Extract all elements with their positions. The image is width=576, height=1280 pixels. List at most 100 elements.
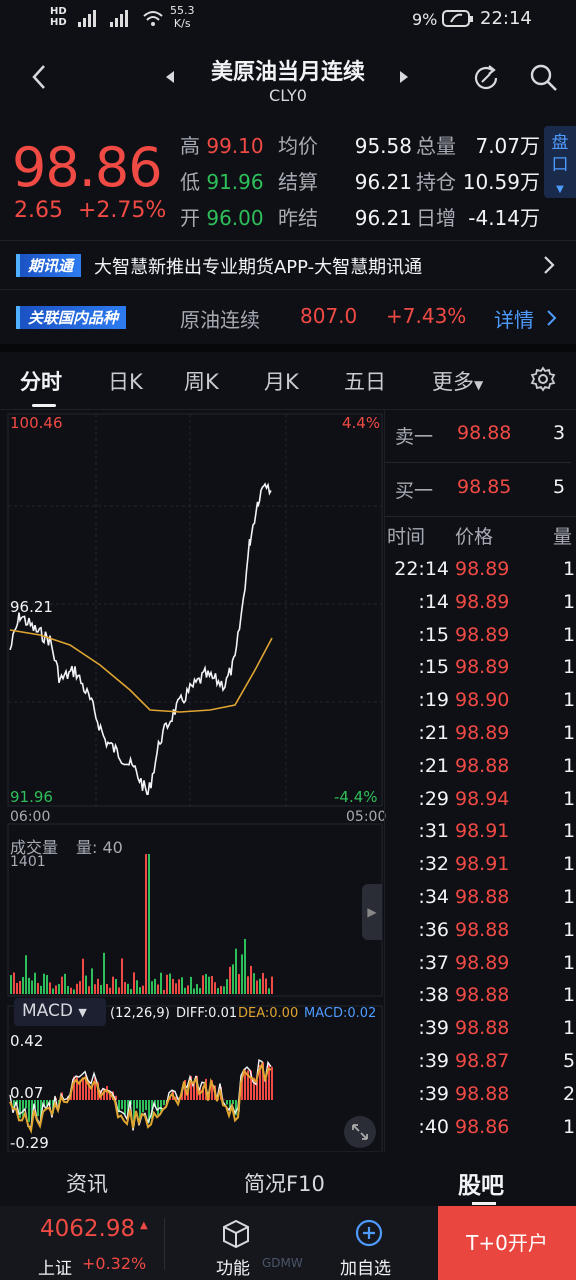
tick-qty: 1 <box>563 918 576 941</box>
volume-bar <box>238 974 240 994</box>
tab-news[interactable]: 资讯 <box>66 1168 108 1198</box>
pankou-button[interactable]: 盘口 ▼ <box>544 126 576 198</box>
tick-qty: 1 <box>563 1115 576 1138</box>
tab-weekly-k[interactable]: 周K <box>184 366 219 396</box>
tab-f10[interactable]: 简况F10 <box>244 1168 325 1198</box>
macd-bar <box>19 1100 21 1118</box>
volume-bar <box>28 977 30 994</box>
tab-daily-k[interactable]: 日K <box>108 366 143 396</box>
time-start: 06:00 <box>10 809 51 825</box>
bid-qty: 5 <box>553 476 566 498</box>
tab-forum[interactable]: 股吧 <box>458 1166 504 1200</box>
related-domestic-bar[interactable]: 关联国内品种 原油连续 807.0 +7.43% 详情 <box>0 292 576 344</box>
volume-bar <box>241 954 243 994</box>
header: 美原油当月连续 CLY0 <box>0 40 576 112</box>
volume-bar <box>229 966 231 994</box>
volume-bar <box>61 976 63 994</box>
macd-bar <box>22 1100 24 1117</box>
news-bar[interactable]: 期讯通 大智慧新推出专业期货APP-大智慧期讯通 <box>0 240 576 290</box>
volume-bar <box>76 983 78 994</box>
avg-value: 95.58 <box>354 134 412 158</box>
volume-bar <box>142 985 144 994</box>
settings-gear-icon[interactable] <box>530 366 556 392</box>
index-pct: +0.32% <box>82 1254 147 1273</box>
total-volume-value: 7.07万 <box>475 134 540 158</box>
refresh-icon[interactable] <box>470 62 502 94</box>
page-title: 美原油当月连续 <box>210 60 365 85</box>
ask-bid-divider <box>385 462 571 463</box>
tick-qty: 1 <box>563 590 576 613</box>
prev-contract-icon[interactable] <box>164 70 176 84</box>
volume-bar <box>118 987 120 994</box>
related-detail-link[interactable]: 详情 <box>494 304 534 333</box>
axis-bottom-price: 91.96 <box>10 788 53 806</box>
volume-bar <box>145 854 147 994</box>
macd-bar <box>157 1100 159 1116</box>
tick-qty: 1 <box>563 1017 576 1040</box>
action-bar: 4062.98 ▲ 上证 +0.32% 功能 GDMW 加自选 T+0开户 <box>0 1206 576 1280</box>
axis-top-price: 100.46 <box>10 414 63 432</box>
volume-bars <box>10 854 273 994</box>
quote-panel: 98.86 2.65 +2.75% 高 99.10 低 91.96 开 96.0… <box>0 118 576 232</box>
volume-bar <box>169 973 171 994</box>
tick-time: :14 <box>418 590 449 613</box>
volume-bar <box>193 988 195 994</box>
tick-price: 98.87 <box>455 1050 510 1072</box>
tick-price: 98.89 <box>455 558 510 580</box>
macd-bar <box>106 1086 108 1100</box>
volume-bar <box>97 978 99 994</box>
intraday-chart[interactable]: 100.46 4.4% 96.21 91.96 -4.4% 06:00 05:0… <box>0 410 386 1152</box>
volume-bar <box>208 976 210 994</box>
axis-ref-price: 96.21 <box>10 598 53 616</box>
indicator-dropdown-icon: ▼ <box>78 1006 87 1019</box>
volume-bar <box>133 972 135 994</box>
tick-header: 时间 价格 量 <box>385 522 576 555</box>
settle-label: 结算 <box>278 170 318 194</box>
volume-bar <box>25 955 27 994</box>
tick-price: 98.89 <box>455 951 510 974</box>
order-book: 卖一 98.88 3 买一 98.85 5 时间 价格 量 22:14 98.89… <box>384 410 576 1152</box>
tick-row: :39 98.88 2 <box>385 1083 576 1116</box>
tick-time: :39 <box>418 1017 449 1040</box>
high-label: 高 <box>180 134 200 158</box>
tab-monthly-k[interactable]: 月K <box>264 366 299 396</box>
volume-bar <box>181 977 183 994</box>
volume-bar <box>250 965 252 994</box>
volume-bar <box>112 976 114 994</box>
tick-price: 98.89 <box>455 722 510 744</box>
open-account-button[interactable]: T+0开户 <box>438 1206 576 1280</box>
tab-five-day[interactable]: 五日 <box>344 366 386 396</box>
tick-price: 98.88 <box>455 886 510 908</box>
volume-bar <box>163 989 165 994</box>
collapse-orderbook-handle[interactable]: ▶ <box>362 884 382 940</box>
news-text: 大智慧新推出专业期货APP-大智慧期讯通 <box>94 257 423 278</box>
tab-intraday[interactable]: 分时 <box>20 366 62 396</box>
daily-change-label: 日增 <box>416 206 456 230</box>
volume-bar <box>127 983 129 994</box>
volume-bar <box>37 982 39 994</box>
bid-price: 98.85 <box>457 476 512 498</box>
indicator-select[interactable]: MACD ▼ <box>14 998 106 1026</box>
macd-bar <box>265 1079 267 1100</box>
tick-qty: 1 <box>563 623 576 646</box>
detail-chevron-icon <box>547 310 557 326</box>
tab-more[interactable]: 更多▼ <box>432 366 483 396</box>
more-dropdown-icon: ▼ <box>474 378 484 392</box>
tick-price: 98.89 <box>455 623 510 646</box>
expand-chart-button[interactable] <box>344 1116 376 1148</box>
volume-bar <box>100 985 102 994</box>
add-watchlist-button[interactable]: 加自选 <box>328 1214 408 1279</box>
hlo-column: 高 99.10 低 91.96 开 96.00 <box>180 128 264 236</box>
volume-bar <box>22 977 24 994</box>
macd-bar <box>28 1100 30 1122</box>
tick-qty: 1 <box>563 689 576 712</box>
tick-qty: 1 <box>563 853 576 876</box>
next-contract-icon[interactable] <box>398 70 410 84</box>
volume-bar <box>55 985 57 994</box>
back-icon[interactable] <box>28 62 50 92</box>
net-speed-unit: K/s <box>173 17 191 30</box>
tick-price: 98.91 <box>455 820 510 843</box>
tick-row: :37 98.89 1 <box>385 952 576 985</box>
tick-time: :38 <box>418 984 449 1007</box>
search-icon[interactable] <box>528 62 560 94</box>
